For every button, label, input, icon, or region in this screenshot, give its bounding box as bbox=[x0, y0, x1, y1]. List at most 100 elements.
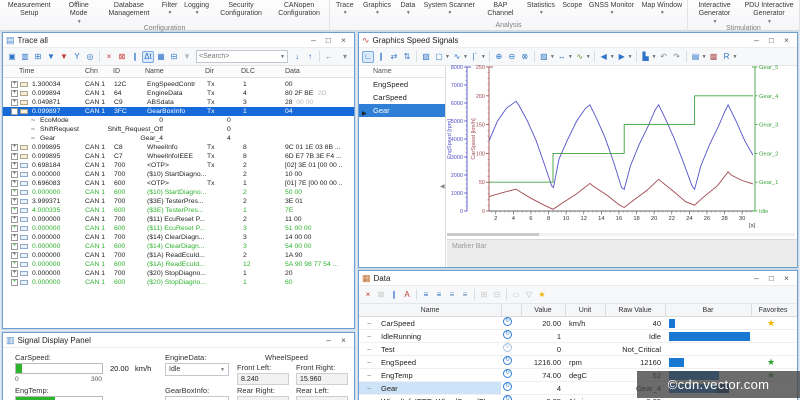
ribbon-item-system-scanner[interactable]: System Scanner▼ bbox=[420, 0, 478, 16]
zoom-out-icon[interactable]: ⊖ bbox=[506, 51, 518, 63]
panel-icon[interactable]: ▭ bbox=[510, 289, 522, 301]
expand-icon[interactable]: + bbox=[11, 234, 18, 241]
legend-item-engspeed[interactable]: EngSpeed bbox=[359, 78, 445, 91]
refresh-icon[interactable]: ↻ bbox=[503, 369, 512, 378]
new-window-icon[interactable]: ⊞ bbox=[32, 51, 44, 63]
filter-disabled-icon[interactable]: ▼ bbox=[181, 51, 193, 63]
select-signal-icon[interactable]: ▢ bbox=[433, 51, 445, 63]
trace-col-dir[interactable]: Dir bbox=[205, 68, 214, 75]
ribbon-item-bap-channel[interactable]: BAP Channel bbox=[478, 0, 522, 19]
expand-all-icon[interactable]: ⊞ bbox=[478, 289, 490, 301]
expand-icon[interactable]: + bbox=[11, 270, 18, 277]
data-column-header[interactable]: NameValueUnitRaw ValueBarFavorites bbox=[359, 304, 797, 317]
trace-row[interactable]: +0.698184CAN 1700<OTP>Tx2[02] 3E 01 [00 … bbox=[3, 161, 354, 170]
trace-row[interactable]: +0.000000CAN 1700($20) StopDiagno...120 bbox=[3, 269, 354, 278]
find-icon[interactable]: ◎ bbox=[84, 51, 96, 63]
filter-column-icon[interactable]: Y bbox=[71, 51, 83, 63]
trace-row[interactable]: +1.300034CAN 112CEngSpeedContrTx100 bbox=[3, 80, 354, 89]
data-col-name[interactable]: Name bbox=[359, 307, 501, 314]
trace-signal-row[interactable]: ~EcoMode00 bbox=[3, 116, 354, 125]
ribbon-item-offline-mode[interactable]: Offline Mode▼ bbox=[57, 0, 99, 25]
expand-icon[interactable]: + bbox=[11, 144, 18, 151]
minimize-button[interactable]: – bbox=[306, 34, 321, 46]
minimize-button[interactable]: – bbox=[749, 272, 764, 284]
close-button[interactable]: × bbox=[779, 272, 794, 284]
trace-column-header[interactable]: TimeChnIDNameDirDLCData bbox=[3, 66, 354, 78]
expand-icon[interactable]: + bbox=[11, 153, 18, 160]
snapshot-icon[interactable]: ▩ bbox=[708, 51, 720, 63]
trace-col-chn[interactable]: Chn bbox=[85, 68, 98, 75]
favorites-icon[interactable]: ★ bbox=[536, 289, 548, 301]
ribbon-item-trace[interactable]: Trace▼ bbox=[331, 0, 358, 16]
expand-icon[interactable]: + bbox=[11, 279, 18, 286]
axis-setup-icon[interactable]: ▙ bbox=[640, 51, 652, 63]
refresh-icon[interactable]: ↻ bbox=[503, 330, 512, 339]
trace-row[interactable]: +0.000000CAN 1600($14) ClearDiagn...354 … bbox=[3, 242, 354, 251]
collapse-all-icon[interactable]: ⊟ bbox=[491, 289, 503, 301]
data-row-engspeed[interactable]: ~EngSpeed↻1216.00rpm12160★ bbox=[359, 356, 797, 369]
pause-icon[interactable]: ∥ bbox=[388, 289, 400, 301]
trace-row[interactable]: +4.000335CAN 1600($3E) TesterPres...17E bbox=[3, 206, 354, 215]
sort-descending-icon[interactable]: ↓ bbox=[291, 51, 303, 63]
legend-item-carspeed[interactable]: CarSpeed bbox=[359, 91, 445, 104]
clear-icon[interactable]: × bbox=[103, 51, 115, 63]
trace-col-id[interactable]: ID bbox=[113, 68, 120, 75]
expand-icon[interactable]: + bbox=[11, 189, 18, 196]
fix-trace-icon[interactable]: ▣ bbox=[6, 51, 18, 63]
ribbon-item-graphics[interactable]: Graphics▼ bbox=[359, 0, 396, 16]
font-icon[interactable]: A bbox=[401, 289, 413, 301]
trace-col-name[interactable]: Name bbox=[145, 68, 164, 75]
undo-icon[interactable]: ↶ bbox=[658, 51, 670, 63]
filter-pass-icon[interactable]: ▼ bbox=[45, 51, 57, 63]
move-up-icon[interactable]: ≡ bbox=[446, 289, 458, 301]
ribbon-item-data[interactable]: Data▼ bbox=[395, 0, 420, 16]
expand-icon[interactable]: + bbox=[11, 252, 18, 259]
search-box[interactable]: ▼ bbox=[196, 50, 288, 63]
signal-jump-icon[interactable]: ∿ bbox=[574, 51, 586, 63]
redo-icon[interactable]: ↷ bbox=[671, 51, 683, 63]
trace-row[interactable]: +0.000000CAN 1600($1A) ReadEcuId...125A … bbox=[3, 260, 354, 269]
delete-all-icon[interactable]: ⊠ bbox=[375, 289, 387, 301]
ribbon-item-statistics[interactable]: Statistics▼ bbox=[522, 0, 559, 16]
refresh-icon[interactable]: ↻ bbox=[503, 395, 512, 400]
data-row-carspeed[interactable]: ~CarSpeed↻20.00km/h40★ bbox=[359, 317, 797, 330]
data-row-engtemp[interactable]: ~EngTemp↻74.00degC62★ bbox=[359, 369, 797, 382]
ribbon-item-map-window[interactable]: Map Window▼ bbox=[638, 0, 686, 16]
speed-signals-chart[interactable]: 0100020003000400050006000700080000501001… bbox=[447, 63, 797, 233]
refresh-icon[interactable]: ↻ bbox=[503, 343, 512, 352]
indent-increase-icon[interactable]: ≡ bbox=[420, 289, 432, 301]
expand-icon[interactable]: + bbox=[11, 180, 18, 187]
legend-item-gear[interactable]: ▶Gear bbox=[359, 104, 445, 117]
expand-icon[interactable]: + bbox=[11, 207, 18, 214]
trace-col-data[interactable]: Data bbox=[285, 68, 300, 75]
legend-config-icon[interactable]: R bbox=[721, 51, 733, 63]
data-row-test[interactable]: ~Test↻0Not_Critical bbox=[359, 343, 797, 356]
filter-icon[interactable]: ▽ bbox=[523, 289, 535, 301]
close-button[interactable]: × bbox=[336, 34, 351, 46]
favorite-star-icon[interactable]: ★ bbox=[767, 317, 775, 330]
ribbon-item-filter[interactable]: Filter▼ bbox=[158, 0, 181, 16]
maximize-button[interactable]: □ bbox=[321, 34, 336, 46]
ribbon-item-measurement-setup[interactable]: Measurement Setup bbox=[1, 0, 57, 19]
expand-icon[interactable]: + bbox=[11, 81, 18, 88]
ribbon-item-interactive-generator[interactable]: Interactive Generator▼ bbox=[689, 0, 740, 25]
pause-icon[interactable]: ∥ bbox=[129, 51, 141, 63]
detach-window-icon[interactable]: ⊟ bbox=[168, 51, 180, 63]
delete-icon[interactable]: × bbox=[362, 289, 374, 301]
expand-icon[interactable]: + bbox=[11, 225, 18, 232]
measure-mode-icon[interactable]: ∟ bbox=[362, 51, 374, 63]
expand-icon[interactable]: + bbox=[11, 162, 18, 169]
maximize-button[interactable]: □ bbox=[764, 272, 779, 284]
fit-x-icon[interactable]: ⇄ bbox=[388, 51, 400, 63]
panel-collapse-icon[interactable]: ◀ bbox=[440, 183, 445, 190]
data-row-wheelinfoieee-wheelspeedfl[interactable]: ~WheelInfoIEEE::WheelSpeedFL↻0.251/min0.… bbox=[359, 395, 797, 400]
search-input[interactable] bbox=[199, 53, 280, 60]
close-button[interactable]: × bbox=[336, 334, 351, 346]
trace-row[interactable]: −0.099897CAN 13FCGearBoxInfoTx104 bbox=[3, 107, 354, 116]
close-button[interactable]: × bbox=[779, 34, 794, 46]
data-col-bar[interactable]: Bar bbox=[665, 307, 751, 314]
auto-scale-icon[interactable]: ▧ bbox=[420, 51, 432, 63]
expand-icon[interactable]: + bbox=[11, 99, 18, 106]
previous-marker-icon[interactable]: ◀ bbox=[598, 51, 610, 63]
data-row-idlerunning[interactable]: ~IdleRunning↻1Idle bbox=[359, 330, 797, 343]
